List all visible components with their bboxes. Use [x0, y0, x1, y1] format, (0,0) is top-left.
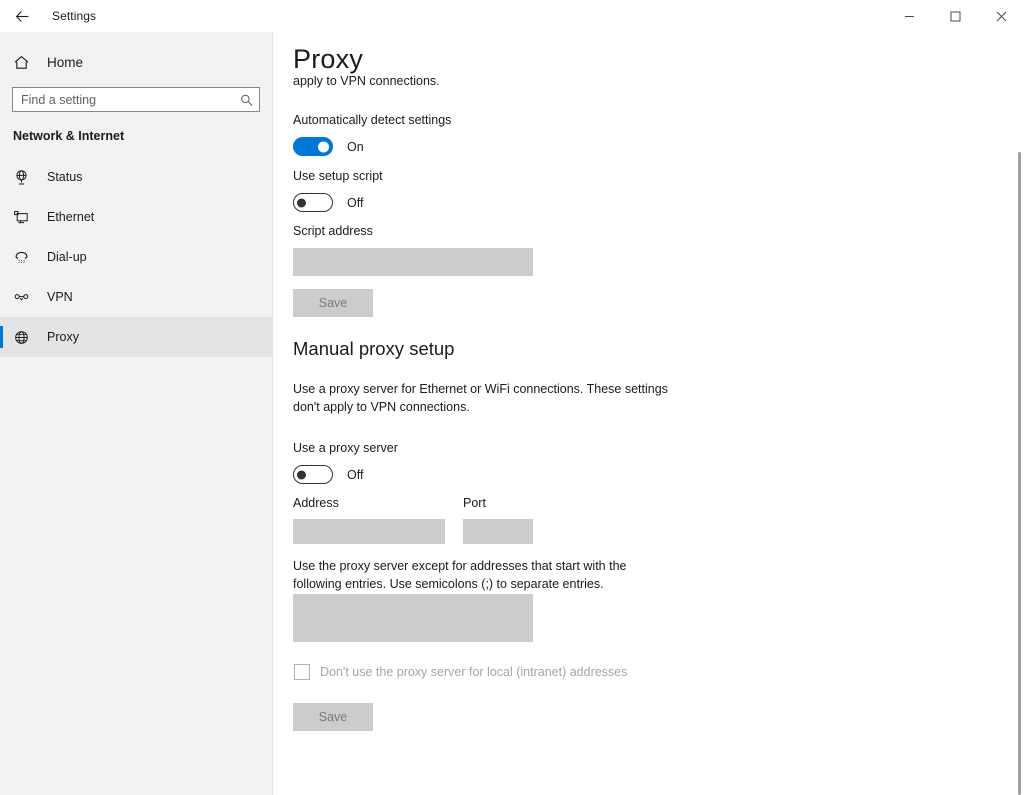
- vpn-icon: [13, 289, 43, 306]
- search-container: [0, 80, 272, 112]
- save-script-button[interactable]: Save: [293, 289, 373, 317]
- bypass-local-checkbox[interactable]: [294, 664, 310, 680]
- setup-script-group: Use setup script Off: [293, 168, 383, 212]
- address-input[interactable]: [293, 519, 445, 544]
- minimize-button[interactable]: [886, 0, 932, 32]
- use-proxy-toggle[interactable]: [293, 465, 333, 484]
- ethernet-icon: [13, 209, 43, 226]
- content-pane: apply to VPN connections. Automatically …: [273, 32, 1024, 795]
- setup-script-state: Off: [347, 195, 364, 210]
- clipped-description-text: apply to VPN connections.: [293, 74, 440, 88]
- scrollbar-thumb[interactable]: [1018, 152, 1021, 795]
- settings-scroll-area: apply to VPN connections. Automatically …: [273, 32, 1024, 795]
- proxy-globe-icon: [13, 329, 43, 346]
- auto-detect-label: Automatically detect settings: [293, 113, 452, 127]
- manual-proxy-description: Use a proxy server for Ethernet or WiFi …: [293, 382, 668, 414]
- exceptions-description: Use the proxy server except for addresse…: [293, 559, 627, 591]
- setup-script-toggle[interactable]: [293, 193, 333, 212]
- sidebar-home-label: Home: [47, 54, 84, 70]
- window-title: Settings: [52, 9, 97, 23]
- sidebar-item-label: Ethernet: [47, 210, 95, 224]
- sidebar-item-label: VPN: [47, 290, 73, 304]
- script-address-input[interactable]: [293, 248, 533, 276]
- sidebar-item-ethernet[interactable]: Ethernet: [0, 197, 272, 237]
- search-input[interactable]: [13, 88, 259, 111]
- close-button[interactable]: [978, 0, 1024, 32]
- page-title: Proxy: [293, 44, 364, 76]
- title-bar: Settings: [0, 0, 1024, 32]
- sidebar-nav: Status Ethernet Dial-up VPN Proxy: [0, 157, 272, 357]
- bypass-local-row[interactable]: Don't use the proxy server for local (in…: [294, 664, 627, 680]
- use-proxy-state: Off: [347, 467, 364, 482]
- maximize-button[interactable]: [932, 0, 978, 32]
- window-controls: [886, 0, 1024, 32]
- manual-proxy-heading: Manual proxy setup: [293, 338, 455, 359]
- use-proxy-toggle-row: Off: [293, 465, 398, 484]
- bypass-local-label: Don't use the proxy server for local (in…: [320, 665, 628, 679]
- auto-detect-state: On: [347, 139, 364, 154]
- port-input[interactable]: [463, 519, 533, 544]
- search-box[interactable]: [12, 87, 260, 112]
- exceptions-input[interactable]: [293, 594, 533, 642]
- save-manual-button[interactable]: Save: [293, 703, 373, 731]
- address-label: Address: [293, 496, 339, 510]
- sidebar-item-label: Proxy: [47, 330, 79, 344]
- sidebar-item-label: Dial-up: [47, 250, 87, 264]
- sidebar-item-home[interactable]: Home: [0, 44, 272, 80]
- sidebar-item-status[interactable]: Status: [0, 157, 272, 197]
- use-proxy-label: Use a proxy server: [293, 441, 398, 455]
- auto-detect-toggle-row: On: [293, 137, 451, 156]
- dialup-phone-icon: [13, 249, 43, 266]
- setup-script-label: Use setup script: [293, 169, 383, 183]
- settings-window: Settings Home Find a setting Network & I…: [0, 0, 1024, 795]
- sidebar-item-proxy[interactable]: Proxy: [0, 317, 272, 357]
- sidebar-item-label: Status: [47, 170, 83, 184]
- port-label: Port: [463, 496, 486, 510]
- sidebar-item-dialup[interactable]: Dial-up: [0, 237, 272, 277]
- search-icon: [240, 93, 253, 106]
- script-address-label: Script address: [293, 224, 373, 238]
- auto-detect-group: Automatically detect settings On: [293, 112, 451, 156]
- sidebar-section-title: Network & Internet: [13, 129, 125, 143]
- auto-detect-toggle[interactable]: [293, 137, 333, 156]
- port-group: Port: [463, 495, 533, 544]
- sidebar-item-vpn[interactable]: VPN: [0, 277, 272, 317]
- script-address-group: Script address: [293, 223, 533, 276]
- use-proxy-group: Use a proxy server Off: [293, 440, 398, 484]
- setup-script-toggle-row: Off: [293, 193, 383, 212]
- content-scrollbar[interactable]: [1018, 152, 1021, 795]
- home-icon: [13, 54, 43, 71]
- sidebar: Home Network & Internet: [0, 32, 273, 795]
- back-button[interactable]: [0, 0, 44, 32]
- address-group: Address: [293, 495, 445, 544]
- status-globe-icon: [13, 169, 43, 186]
